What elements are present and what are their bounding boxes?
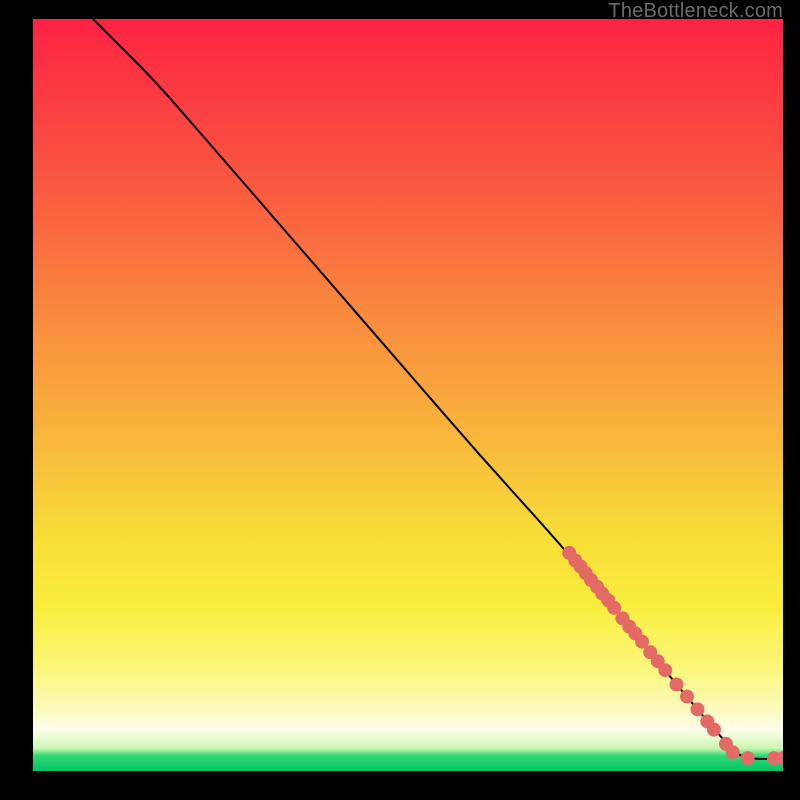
plot-gradient-background (33, 19, 783, 771)
chart-stage: TheBottleneck.com (0, 0, 800, 800)
